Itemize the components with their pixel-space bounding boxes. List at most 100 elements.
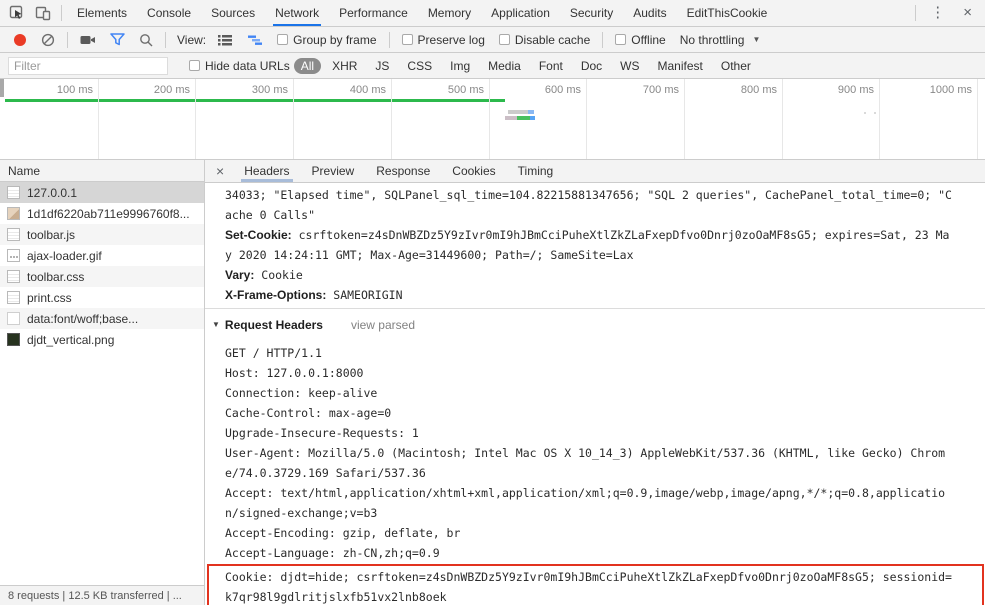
- throttling-select[interactable]: No throttling ▼: [680, 33, 761, 47]
- filter-type-doc[interactable]: Doc: [574, 58, 609, 74]
- filter-type-js[interactable]: JS: [368, 58, 396, 74]
- detail-tab-timing[interactable]: Timing: [507, 160, 565, 182]
- view-label: View:: [177, 32, 207, 47]
- offline-checkbox[interactable]: Offline: [615, 32, 666, 47]
- tab-security[interactable]: Security: [560, 0, 623, 26]
- request-name: djdt_vertical.png: [27, 332, 115, 347]
- timeline-gridline: [879, 79, 880, 159]
- request-row[interactable]: data:font/woff;base...: [0, 308, 204, 329]
- filter-type-media[interactable]: Media: [481, 58, 528, 74]
- request-detail-panel: × Headers Preview Response Cookies Timing 34…: [205, 160, 985, 605]
- request-row[interactable]: ajax-loader.gif: [0, 245, 204, 266]
- close-detail-icon[interactable]: ×: [207, 163, 233, 179]
- more-options-icon[interactable]: ⋮: [921, 1, 954, 25]
- request-headers-section-header: ▼ Request Headers view parsed: [205, 309, 985, 340]
- filter-icon[interactable]: [110, 33, 125, 46]
- close-icon[interactable]: ×: [954, 1, 981, 25]
- capture-screenshots-icon[interactable]: [80, 34, 96, 46]
- request-name: toolbar.js: [27, 227, 76, 242]
- detail-tab-response[interactable]: Response: [365, 160, 441, 182]
- timeline-gridline: [586, 79, 587, 159]
- filter-type-img[interactable]: Img: [443, 58, 477, 74]
- blank-icon: [7, 312, 20, 325]
- filter-type-ws[interactable]: WS: [613, 58, 646, 74]
- request-row[interactable]: print.css: [0, 287, 204, 308]
- requests-sidebar: Name 127.0.0.1 1d1df6220ab711e9996760f8..…: [0, 160, 205, 605]
- filter-type-other[interactable]: Other: [714, 58, 758, 74]
- overview-scroll-thumb[interactable]: [0, 79, 4, 97]
- tab-editthiscookie[interactable]: EditThisCookie: [677, 0, 778, 26]
- list-view-icon[interactable]: [217, 34, 233, 46]
- timeline-tick-label: 400 ms: [349, 84, 386, 96]
- network-main: Name 127.0.0.1 1d1df6220ab711e9996760f8..…: [0, 160, 985, 605]
- filter-type-xhr[interactable]: XHR: [325, 58, 364, 74]
- header-line: Accept-Language: zh-CN,zh;q=0.9: [225, 546, 440, 560]
- record-icon[interactable]: [14, 33, 26, 46]
- tab-application[interactable]: Application: [481, 0, 560, 26]
- preserve-log-checkbox[interactable]: Preserve log: [401, 33, 485, 47]
- divider: [388, 31, 390, 48]
- collapse-arrow-icon[interactable]: ▼: [212, 320, 220, 329]
- device-toolbar-icon[interactable]: [30, 1, 56, 25]
- tab-audits[interactable]: Audits: [623, 0, 676, 26]
- inspect-icon[interactable]: [4, 1, 30, 25]
- checkbox-icon: [498, 34, 510, 45]
- filter-type-all[interactable]: All: [293, 57, 322, 74]
- tab-console[interactable]: Console: [137, 0, 201, 26]
- view-parsed-link[interactable]: view parsed: [351, 318, 415, 332]
- timeline-tick-label: 700 ms: [642, 84, 679, 96]
- header-line: Accept-Encoding: gzip, deflate, br: [225, 526, 461, 540]
- hide-data-urls-label: Hide data URLs: [205, 58, 290, 73]
- disable-cache-label: Disable cache: [514, 32, 591, 47]
- request-row[interactable]: toolbar.css: [0, 266, 204, 287]
- detail-tab-headers[interactable]: Headers: [233, 160, 300, 182]
- header-line: Upgrade-Insecure-Requests: 1: [225, 426, 419, 440]
- overview-green-line: [5, 99, 505, 102]
- request-row[interactable]: djdt_vertical.png: [0, 329, 204, 350]
- filter-type-font[interactable]: Font: [532, 58, 570, 74]
- timeline-gridline: [293, 79, 294, 159]
- filter-input[interactable]: [8, 56, 168, 75]
- header-line: n/signed-exchange;v=b3: [225, 506, 378, 520]
- tab-network[interactable]: Network: [265, 0, 329, 26]
- headers-content: 34033; "Elapsed time", SQLPanel_sql_time…: [205, 183, 985, 605]
- timeline-tick-label: 200 ms: [153, 84, 190, 96]
- hide-data-urls-checkbox[interactable]: Hide data URLs: [189, 59, 290, 73]
- offline-label: Offline: [631, 32, 666, 47]
- detail-tab-cookies[interactable]: Cookies: [441, 160, 506, 182]
- request-row[interactable]: 127.0.0.1: [0, 182, 204, 203]
- request-headers-block: GET / HTTP/1.1 Host: 127.0.0.1:8000 Connec…: [205, 340, 985, 563]
- tab-memory[interactable]: Memory: [418, 0, 481, 26]
- waterfall-dot: [874, 112, 876, 114]
- throttling-value: No throttling: [679, 32, 745, 47]
- image-icon: [7, 207, 20, 220]
- network-overview[interactable]: 100 ms 200 ms 300 ms 400 ms 500 ms 600 ms 700 …: [0, 79, 985, 160]
- tab-elements[interactable]: Elements: [67, 0, 137, 26]
- detail-tabs: Headers Preview Response Cookies Timing: [233, 160, 564, 182]
- request-name: ajax-loader.gif: [27, 248, 102, 263]
- header-line: Vary: Cookie: [225, 268, 303, 282]
- devtools-window: Elements Console Sources Network Performance…: [0, 0, 985, 605]
- search-icon[interactable]: [139, 33, 153, 47]
- tab-sources[interactable]: Sources: [201, 0, 265, 26]
- request-row[interactable]: toolbar.js: [0, 224, 204, 245]
- request-row[interactable]: 1d1df6220ab711e9996760f8...: [0, 203, 204, 224]
- waterfall-view-icon[interactable]: [247, 34, 263, 46]
- group-by-frame-checkbox[interactable]: Group by frame: [277, 33, 377, 47]
- clear-icon[interactable]: [41, 33, 55, 47]
- header-line: Host: 127.0.0.1:8000: [225, 366, 364, 380]
- requests-summary: 8 requests | 12.5 KB transferred | ...: [8, 589, 182, 602]
- document-icon: [7, 228, 20, 241]
- header-line: GET / HTTP/1.1: [225, 346, 322, 360]
- request-headers-title[interactable]: Request Headers: [225, 318, 323, 332]
- name-column-header[interactable]: Name: [0, 160, 204, 182]
- detail-tab-preview[interactable]: Preview: [301, 160, 366, 182]
- filter-type-css[interactable]: CSS: [400, 58, 439, 74]
- network-filter-bar: Hide data URLs AllXHRJSCSSImgMediaFontDo…: [0, 53, 985, 79]
- checkbox-icon: [277, 34, 289, 45]
- filter-type-manifest[interactable]: Manifest: [651, 58, 710, 74]
- network-toolbar: View: Group by frame Preserve log Disabl…: [0, 27, 985, 53]
- disable-cache-checkbox[interactable]: Disable cache: [498, 32, 591, 47]
- timeline-tick-label: 900 ms: [837, 84, 874, 96]
- tab-performance[interactable]: Performance: [329, 0, 418, 26]
